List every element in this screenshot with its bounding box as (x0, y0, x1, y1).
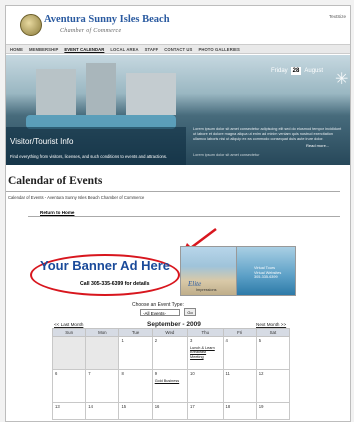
day-number: 8 (121, 371, 124, 376)
section-divider (28, 216, 340, 217)
day-number: 10 (190, 371, 195, 376)
hero-subtitle: Find everything from visitors, licenses,… (10, 154, 168, 159)
hero-title[interactable]: Visitor/Tourist Info (10, 137, 73, 146)
weekday-header: Thu (187, 328, 224, 337)
weekday-header: Fri (222, 328, 257, 337)
elite-brand-sub: Impressions (196, 288, 217, 292)
day-number: 19 (258, 404, 264, 409)
day-number: 6 (55, 371, 58, 376)
breadcrumb[interactable]: Calendar of Events - Aventura Sunny Isle… (8, 195, 144, 200)
calendar-day-cell[interactable]: 9 Gold Business (151, 369, 189, 403)
hero-banner: Visitor/Tourist Info Find everything fro… (6, 55, 350, 165)
day-number: 2 (154, 338, 158, 343)
hero-building (126, 73, 176, 115)
hero-caption-bg (6, 127, 186, 165)
day-number: 18 (225, 404, 231, 409)
calendar-day-cell[interactable]: 8 (118, 369, 153, 403)
go-button[interactable]: Go (184, 308, 196, 316)
calendar-day-cell[interactable]: 2 (151, 336, 189, 370)
date-display: Friday 28 August (271, 67, 323, 75)
calendar-day-cell[interactable]: 15 (118, 402, 153, 420)
day-number: 9 (154, 371, 158, 376)
calendar-event-link[interactable]: Lunch & Learn Breakfast Meeting (190, 346, 220, 359)
day-number: 12 (258, 371, 264, 376)
calendar-day-cell[interactable] (85, 336, 120, 370)
calendar-event-link[interactable]: Gold Business (155, 379, 185, 383)
day-number: 28 (290, 67, 302, 75)
banner-ad-title[interactable]: Your Banner Ad Here (40, 258, 170, 273)
calendar-day-cell[interactable]: 3 Lunch & Learn Breakfast Meeting (187, 336, 224, 370)
calendar-title: September - 2009 (147, 321, 201, 328)
calendar-day-cell[interactable]: 18 (222, 402, 257, 420)
day-number: 5 (258, 338, 262, 343)
day-number: 11 (225, 371, 230, 376)
calendar-week-row: 6 7 8 9 Gold Business 10 11 12 (51, 369, 291, 403)
calendar-day-cell[interactable]: 10 (187, 369, 224, 403)
calendar-day-cell[interactable]: 17 (187, 402, 224, 420)
event-type-select[interactable]: -All Events- (140, 309, 180, 316)
day-name: Friday (271, 68, 288, 74)
read-more-link[interactable]: Read more... (306, 143, 329, 148)
site-header: Aventura Sunny Isles Beach Chamber of Co… (6, 6, 350, 44)
weekday-header: Wed (151, 328, 189, 337)
nav-item[interactable]: MEMBERSHIP (29, 47, 58, 52)
nav-item[interactable]: EVENT CALENDAR (64, 47, 104, 52)
day-number: 1 (121, 338, 124, 343)
weekday-header: Tue (118, 328, 153, 337)
nav-item[interactable]: STAFF (145, 47, 159, 52)
weekday-header: Sun (51, 328, 87, 337)
logo-subtitle: Chamber of Commerce (60, 28, 122, 34)
day-number: 16 (154, 404, 160, 409)
calendar-day-cell[interactable]: 4 (222, 336, 257, 370)
calendar-day-cell[interactable]: 6 (51, 369, 87, 403)
hero-building (36, 69, 76, 115)
day-number: 17 (190, 404, 195, 409)
nav-item[interactable]: CONTACT US (164, 47, 192, 52)
calendar-day-cell[interactable]: 5 (255, 336, 291, 370)
day-number: 15 (121, 404, 127, 409)
chamber-seal-logo[interactable] (20, 14, 42, 36)
day-number: 7 (88, 371, 91, 376)
calendar-grid: Sun Mon Tue Wed Thu Fri Sat 1 2 3 Lunch & Learn B… (51, 328, 291, 420)
calendar-day-cell[interactable]: 14 (85, 402, 120, 420)
title-divider (6, 191, 340, 192)
banner-ad-subtitle: Call 305-335-6399 for details (80, 281, 150, 287)
calendar-day-cell[interactable]: 12 (255, 369, 291, 403)
day-number: 3 (190, 338, 193, 343)
weekday-header: Sat (255, 328, 291, 337)
text-size-control[interactable]: TextSize (329, 14, 346, 19)
nav-item[interactable]: PHOTO GALLERIES (198, 47, 239, 52)
return-home-link[interactable]: Return to Home (40, 210, 74, 215)
hero-news-footer: Lorem ipsum dolor sit amet consectetur (193, 153, 260, 157)
hero-news-text: Lorem ipsum dolor sit amet consectetur a… (193, 127, 342, 141)
page-title: Calendar of Events (8, 175, 103, 187)
calendar-day-cell[interactable]: 11 (222, 369, 257, 403)
day-number: 4 (225, 338, 228, 343)
calendar-day-cell[interactable]: 19 (255, 402, 291, 420)
hero-building (86, 63, 116, 115)
calendar-week-row: 1 2 3 Lunch & Learn Breakfast Meeting 4 5 (51, 336, 291, 370)
month-name: August (304, 68, 324, 74)
last-month-link[interactable]: << Last Month (54, 322, 83, 327)
calendar-day-cell[interactable]: 13 (51, 402, 87, 420)
weekday-header: Mon (85, 328, 120, 337)
virtual-tours-text: Virtual Tours Virtual Websites 305-335-6… (254, 266, 282, 280)
calendar-day-cell[interactable]: 7 (85, 369, 120, 403)
elite-brand: Elite (188, 280, 202, 288)
main-nav: HOME MEMBERSHIP EVENT CALENDAR LOCAL AREA ST… (6, 44, 350, 54)
event-type-label: Choose an Event Type: (132, 302, 184, 308)
next-month-link[interactable]: Next Month >> (256, 322, 286, 327)
calendar-day-cell[interactable]: 16 (151, 402, 189, 420)
calendar-day-cell[interactable]: 1 (118, 336, 153, 370)
nav-item[interactable]: LOCAL AREA (110, 47, 138, 52)
sun-icon: ✳ (335, 71, 349, 88)
nav-item[interactable]: HOME (10, 47, 23, 52)
day-number: 13 (55, 404, 60, 409)
calendar-week-row: 13 14 15 16 17 18 19 (51, 402, 291, 420)
calendar-day-cell[interactable] (51, 336, 87, 370)
logo-title[interactable]: Aventura Sunny Isles Beach (44, 14, 170, 25)
day-number: 14 (88, 404, 93, 409)
